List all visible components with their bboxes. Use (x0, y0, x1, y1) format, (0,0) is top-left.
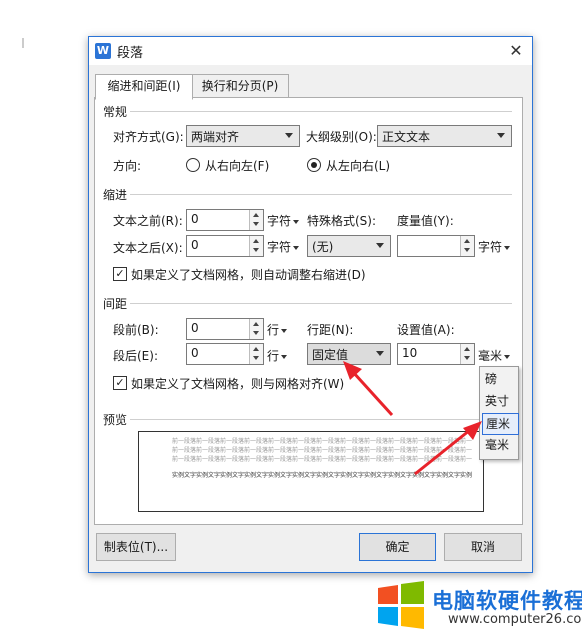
windows-logo-icon (378, 581, 424, 629)
watermark-url: www.computer26.com (448, 612, 582, 627)
annotation-arrow-to-line-spacing (343, 361, 394, 417)
annotation-arrows (343, 361, 482, 476)
annotation-arrow-to-centimeter (414, 421, 482, 476)
tab-indent-spacing[interactable]: 缩进和间距(I) (95, 74, 193, 100)
watermark-title: 电脑软硬件教程网 (432, 589, 582, 613)
